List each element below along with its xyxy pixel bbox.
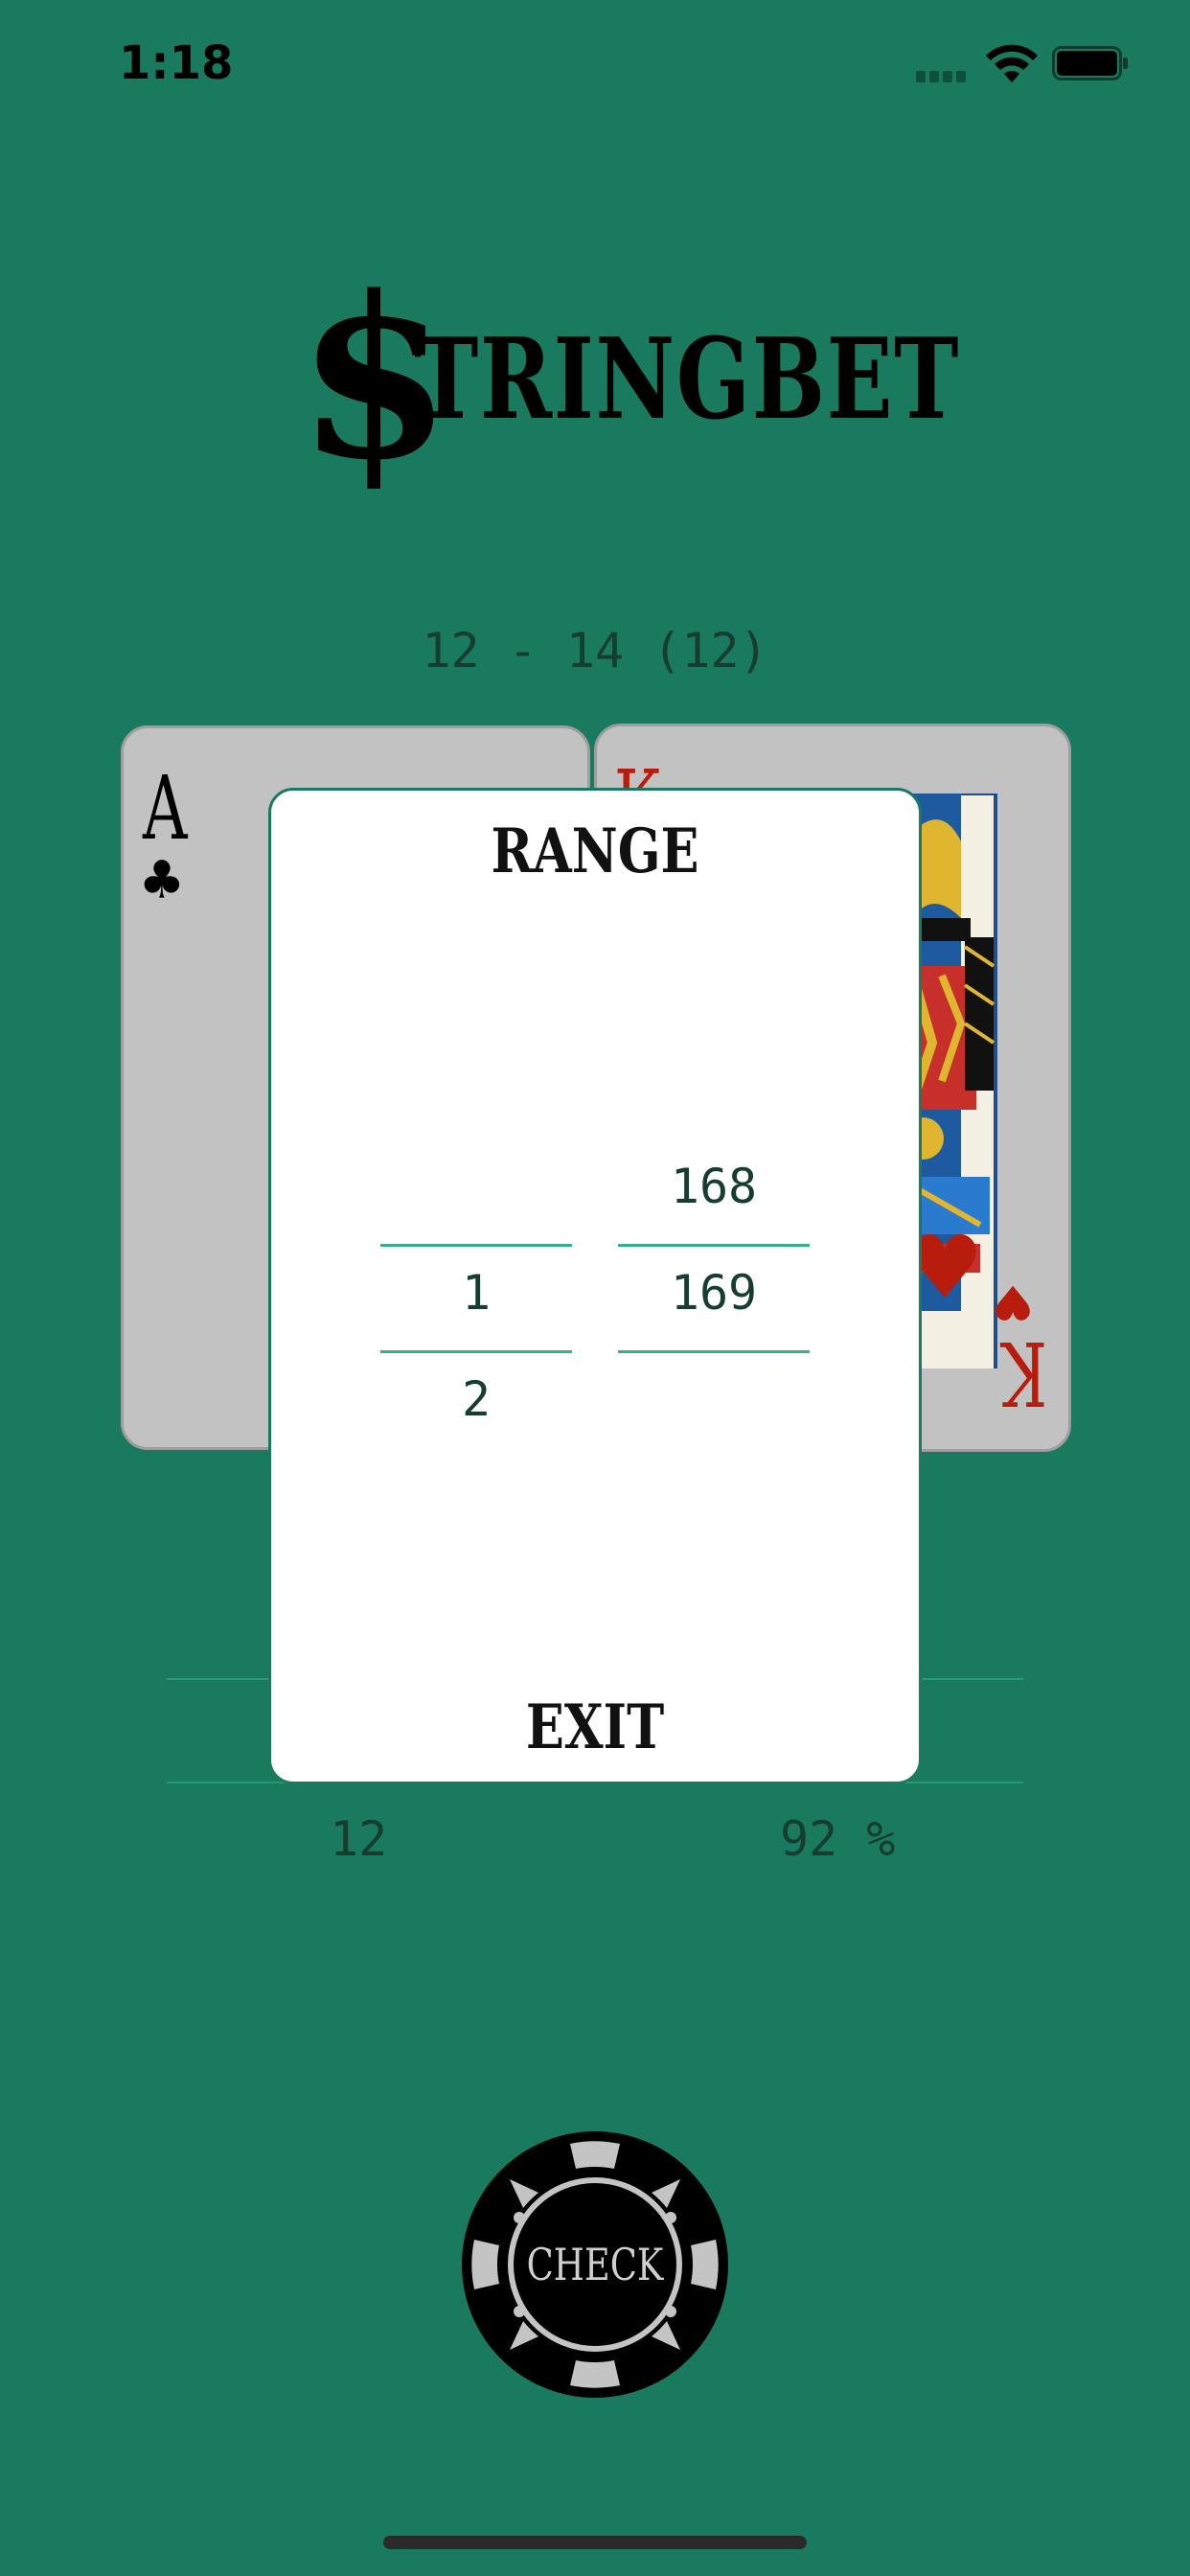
card-left-rank: A — [143, 757, 188, 860]
range-modal: RANGE 1 2 168 169 EXIT — [268, 788, 922, 1784]
club-icon: ♣ — [143, 843, 181, 917]
home-indicator[interactable] — [383, 2536, 807, 2549]
picker-left-below[interactable]: 2 — [380, 1371, 572, 1427]
card-right-rank-bottom: K — [1000, 1322, 1047, 1424]
battery-icon — [1052, 46, 1128, 80]
check-button[interactable]: CHECK — [462, 2131, 728, 2398]
picker-right-above[interactable]: 168 — [618, 1159, 810, 1214]
logo-text: TRINGBET — [414, 314, 961, 445]
picker-right-line-top — [618, 1244, 810, 1247]
heart-center-icon: ♥ — [913, 1207, 977, 1329]
modal-title: RANGE — [491, 816, 699, 887]
wifi-icon — [986, 44, 1038, 82]
status-time: 1:18 — [119, 36, 234, 90]
picker-right-line-bottom — [618, 1350, 810, 1353]
picker-left-line-bottom — [380, 1350, 572, 1353]
stat-count: 12 — [330, 1811, 388, 1867]
stat-percent: 92 % — [780, 1811, 896, 1867]
exit-button[interactable]: EXIT — [330, 1691, 860, 1763]
picker-left-selected[interactable]: 1 — [380, 1265, 572, 1321]
picker-left-line-top — [380, 1244, 572, 1247]
app-logo: $ TRINGBET — [297, 267, 959, 490]
range-display: 12 - 14 (12) — [422, 623, 768, 678]
cellular-signal-icon — [916, 71, 970, 82]
check-label: CHECK — [526, 2239, 664, 2290]
picker-right-selected[interactable]: 169 — [618, 1265, 810, 1321]
